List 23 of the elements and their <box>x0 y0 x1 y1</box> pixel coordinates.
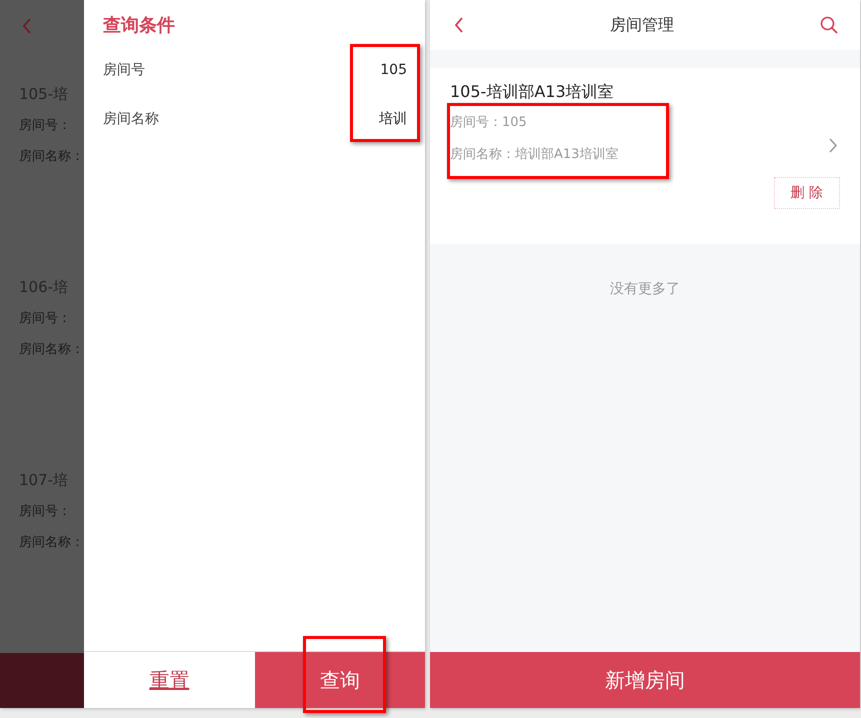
delete-button[interactable]: 删 除 <box>774 177 840 209</box>
room-card[interactable]: 105-培训部A13培训室 房间号：105 房间名称：培训部A13培训室 删 除 <box>430 68 860 244</box>
field-label: 房间名称 <box>103 110 159 128</box>
back-icon[interactable] <box>454 17 464 33</box>
room-name-label: 房间名称： <box>19 148 84 165</box>
room-name-label: 房间名称： <box>19 341 84 358</box>
page-title: 房间管理 <box>610 14 674 36</box>
room-name-label: 房间名称： <box>19 534 84 551</box>
room-name-label: 房间名称：培训部A13培训室 <box>450 146 618 163</box>
room-number-label: 房间号： <box>19 117 72 134</box>
room-number-label: 房间号： <box>19 503 72 520</box>
search-button[interactable]: 查询 <box>254 652 425 708</box>
search-icon[interactable] <box>820 16 838 34</box>
field-value[interactable]: 105 <box>380 62 407 78</box>
add-room-button[interactable]: 新增房间 <box>430 652 860 708</box>
field-value[interactable]: 培训 <box>379 110 407 128</box>
end-of-list-text: 没有更多了 <box>609 280 681 298</box>
room-title: 105-培训部A13培训室 <box>450 82 615 103</box>
room-number-label: 房间号：105 <box>450 114 528 131</box>
chevron-right-icon[interactable] <box>829 138 838 152</box>
field-label: 房间号 <box>103 60 145 78</box>
drawer-title: 查询条件 <box>102 14 176 38</box>
room-number-label: 房间号： <box>19 310 72 327</box>
